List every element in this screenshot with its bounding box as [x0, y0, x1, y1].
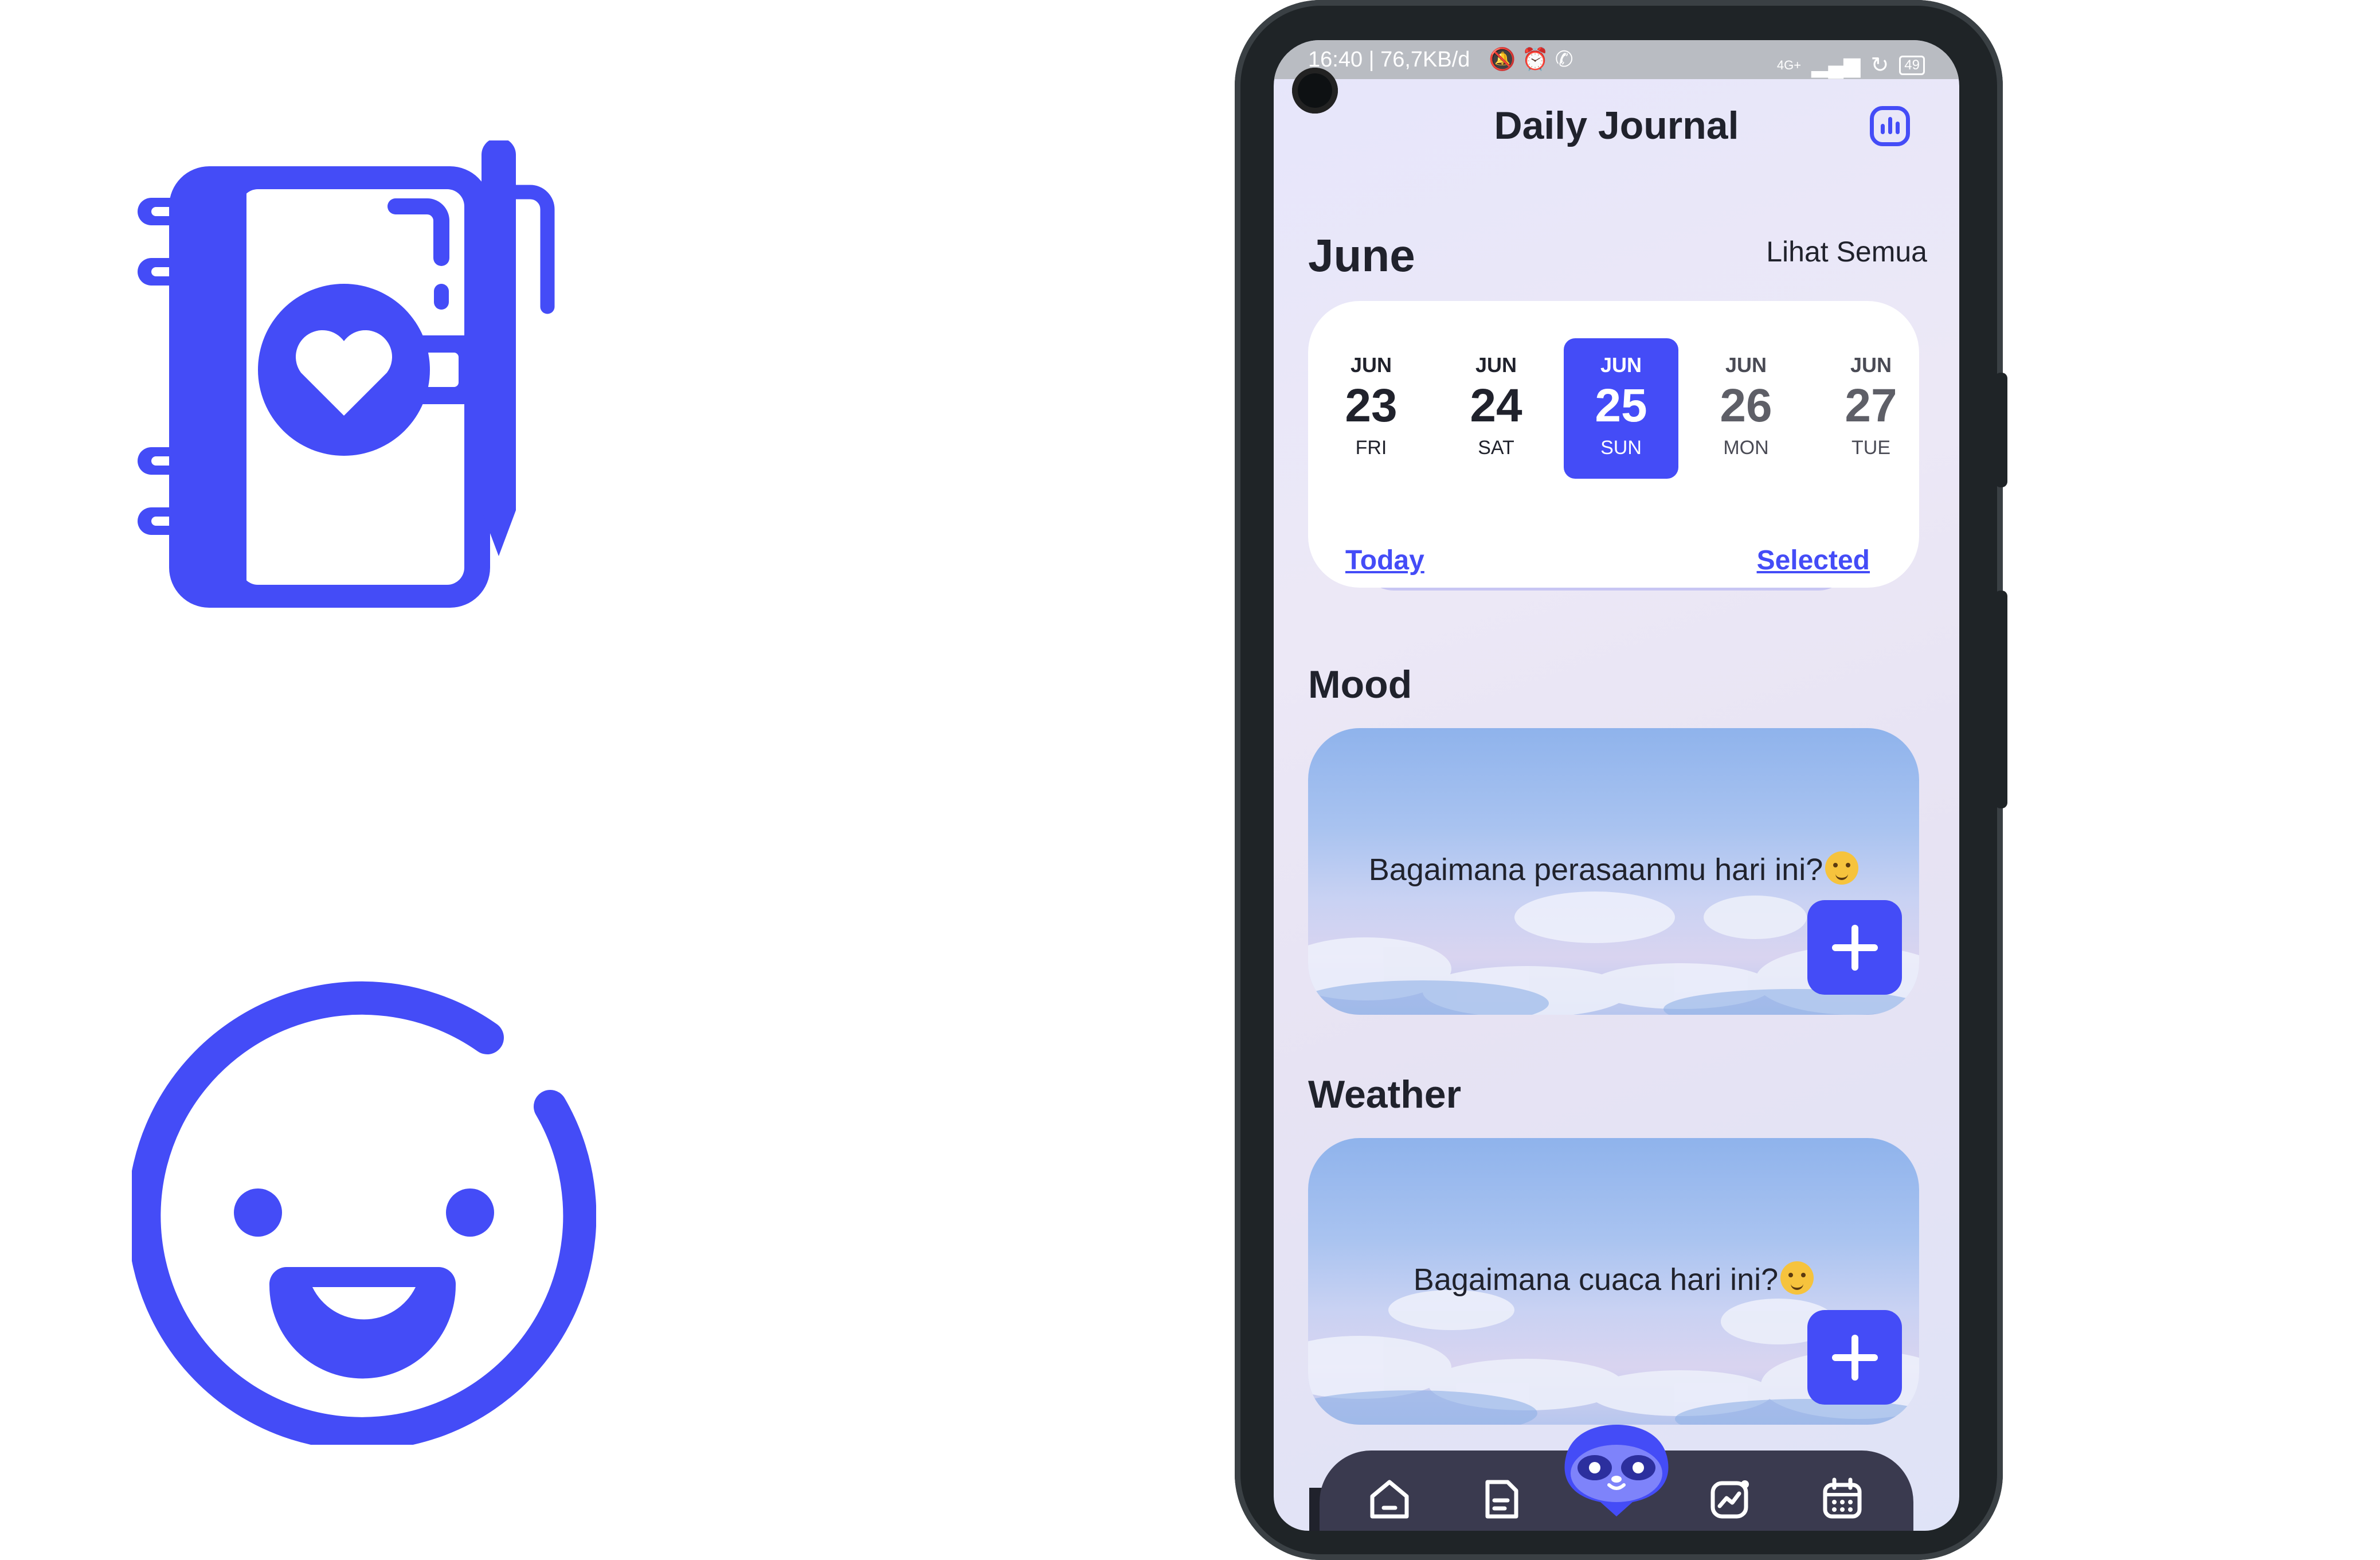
date-item-27[interactable]: JUN 27 TUE: [1814, 338, 1928, 479]
today-link[interactable]: Today: [1345, 545, 1424, 576]
status-indicators: 4G+ ▂▄▆ ↻ 49: [1777, 46, 1925, 85]
see-all-link[interactable]: Lihat Semua: [1749, 235, 1927, 268]
date-month: JUN: [1725, 353, 1767, 377]
smiley-icon: [132, 981, 596, 1445]
add-mood-button[interactable]: [1807, 900, 1902, 995]
volume-button: [1995, 373, 2007, 487]
chart-bar: [1895, 122, 1900, 134]
mascot-icon[interactable]: [1560, 1422, 1673, 1519]
chart-bar: [1888, 117, 1892, 134]
status-bar: 16:40 | 76,7KB/d 🔕 ⏰ ✆ 4G+ ▂▄▆ ↻ 49: [1274, 40, 1959, 79]
stats-icon[interactable]: [1707, 1476, 1753, 1522]
signal-icon: ▂▄▆: [1811, 53, 1861, 77]
power-button: [1995, 591, 2007, 808]
date-day: 24: [1470, 380, 1522, 432]
date-day: 26: [1720, 380, 1772, 432]
front-camera: [1292, 68, 1338, 114]
selected-link[interactable]: Selected: [1755, 545, 1870, 576]
weather-question: Bagaimana cuaca hari ini?: [1308, 1261, 1919, 1297]
date-month: JUN: [1600, 353, 1642, 377]
date-weekday: MON: [1723, 437, 1769, 459]
mood-question: Bagaimana perasaanmu hari ini?: [1308, 851, 1919, 887]
battery-icon: 49: [1899, 56, 1925, 75]
mood-heading: Mood: [1308, 663, 1412, 706]
add-weather-button[interactable]: [1807, 1310, 1902, 1405]
status-notification-icons: 🔕 ⏰ ✆: [1489, 48, 1573, 72]
calendar-icon[interactable]: [1819, 1476, 1865, 1522]
date-item-24[interactable]: JUN 24 SAT: [1439, 338, 1553, 479]
chart-icon: [1880, 124, 1885, 134]
date-weekday: FRI: [1355, 437, 1387, 459]
mood-card[interactable]: Bagaimana perasaanmu hari ini?: [1308, 728, 1919, 1015]
wifi-icon: ↻: [1870, 53, 1889, 77]
date-weekday: SUN: [1600, 437, 1642, 459]
date-strip-card: JUN 23 FRI JUN 24 SAT JUN 25 SUN JUN 26 …: [1308, 301, 1919, 588]
weather-heading: Weather: [1308, 1073, 1462, 1116]
date-weekday: TUE: [1851, 437, 1890, 459]
app-screen: 16:40 | 76,7KB/d 🔕 ⏰ ✆ 4G+ ▂▄▆ ↻ 49 Dail…: [1274, 40, 1959, 1531]
date-month: JUN: [1475, 353, 1517, 377]
date-day: 25: [1595, 380, 1647, 432]
weather-card[interactable]: Bagaimana cuaca hari ini?: [1308, 1138, 1919, 1425]
date-weekday: SAT: [1478, 437, 1514, 459]
page-title: Daily Journal: [1494, 104, 1739, 147]
journal-heart-pen-icon: [138, 140, 555, 608]
home-icon[interactable]: [1367, 1476, 1412, 1522]
thinking-face-emoji: [1780, 1261, 1814, 1295]
month-label: June: [1308, 230, 1415, 281]
date-item-23[interactable]: JUN 23 FRI: [1314, 338, 1428, 479]
status-time-speed: 16:40 | 76,7KB/d: [1308, 48, 1470, 72]
date-item-26[interactable]: JUN 26 MON: [1689, 338, 1803, 479]
date-day: 23: [1345, 380, 1398, 432]
stats-button[interactable]: [1870, 106, 1910, 146]
date-day: 27: [1845, 380, 1897, 432]
hugging-face-emoji: [1825, 851, 1859, 885]
date-month: JUN: [1350, 353, 1392, 377]
weather-question-text: Bagaimana cuaca hari ini?: [1413, 1262, 1779, 1297]
mood-question-text: Bagaimana perasaanmu hari ini?: [1368, 853, 1823, 887]
date-item-25-selected[interactable]: JUN 25 SUN: [1564, 338, 1678, 479]
journal-icon[interactable]: [1479, 1476, 1525, 1522]
network-label: 4G+: [1776, 58, 1802, 72]
date-month: JUN: [1850, 353, 1892, 377]
